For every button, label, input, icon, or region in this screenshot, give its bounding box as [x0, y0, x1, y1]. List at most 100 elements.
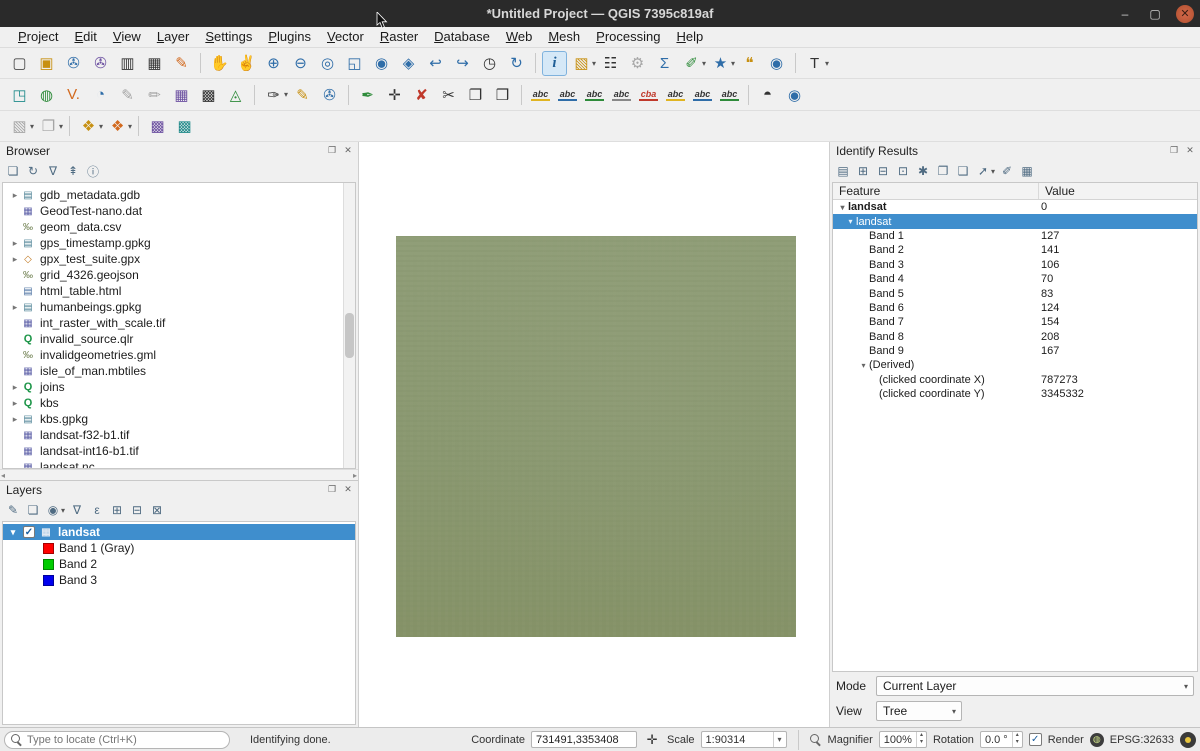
- rotate-label-icon[interactable]: abc: [693, 89, 713, 101]
- copy-style-dropdown-icon[interactable]: ▾: [59, 122, 63, 131]
- branch-open-icon[interactable]: ▾: [858, 361, 869, 370]
- identify-row-derived[interactable]: ▾(Derived): [833, 358, 1197, 372]
- layout-manager-icon[interactable]: ▦: [142, 51, 167, 76]
- select-features-dropdown-icon[interactable]: ▾: [592, 59, 596, 68]
- open-form-icon[interactable]: ▤: [834, 162, 852, 180]
- identify-close-icon[interactable]: ✕: [1184, 144, 1196, 156]
- open-attribute-table-icon[interactable]: ☷: [598, 51, 623, 76]
- new-geopackage-layer-icon[interactable]: ◍: [34, 82, 59, 107]
- expand-tree-icon[interactable]: ⊞: [854, 162, 872, 180]
- browser-item-gml[interactable]: ‰invalidgeometries.gml: [3, 347, 343, 363]
- filter-by-expression-icon[interactable]: ε: [88, 501, 106, 519]
- save-edits-icon[interactable]: ✇: [317, 82, 342, 107]
- browser-item-gpx[interactable]: ▸◇gpx_test_suite.gpx: [3, 251, 343, 267]
- branch-open-icon[interactable]: ▾: [845, 217, 856, 226]
- identify-features-icon[interactable]: i: [542, 51, 567, 76]
- select-features-icon[interactable]: ▧: [569, 51, 594, 76]
- magnifier-spinbox[interactable]: 100% ▴▾: [879, 731, 927, 748]
- bookmarks-icon[interactable]: ★: [708, 51, 733, 76]
- zoom-last-icon[interactable]: ↩: [423, 51, 448, 76]
- refresh-map-icon[interactable]: ↻: [504, 51, 529, 76]
- change-label-icon[interactable]: abc: [720, 89, 740, 101]
- browser-item-gpkg1[interactable]: ▸▤gps_timestamp.gpkg: [3, 235, 343, 251]
- browser-horizontal-scrollbar[interactable]: ◂ ▸: [0, 469, 358, 480]
- select-by-form-dropdown-icon[interactable]: ▾: [30, 122, 34, 131]
- feature-column-header[interactable]: Feature: [833, 183, 1039, 199]
- text-annotation-icon[interactable]: T: [802, 51, 827, 76]
- browser-item-gdb[interactable]: ▸▤gdb_metadata.gdb: [3, 187, 343, 203]
- new-print-layout-icon[interactable]: ▥: [115, 51, 140, 76]
- new-memory-layer-icon[interactable]: ✏: [142, 82, 167, 107]
- browser-vertical-scrollbar[interactable]: [343, 183, 355, 468]
- delete-selected-icon[interactable]: ✘: [409, 82, 434, 107]
- data-source-manager-icon[interactable]: ◳: [7, 82, 32, 107]
- menu-settings[interactable]: Settings: [197, 27, 260, 47]
- browser-item-geojson[interactable]: ‰grid_4326.geojson: [3, 267, 343, 283]
- menu-processing[interactable]: Processing: [588, 27, 668, 47]
- identify-row-clicked-x[interactable]: (clicked coordinate X)787273: [833, 373, 1197, 387]
- scale-select[interactable]: 1:90314 ▾: [701, 731, 787, 748]
- locate-search-input[interactable]: [27, 734, 223, 746]
- style-manager-icon[interactable]: ✎: [169, 51, 194, 76]
- identify-mode-tool-icon[interactable]: ➚: [974, 162, 992, 180]
- temporal-controller-icon[interactable]: ◷: [477, 51, 502, 76]
- browser-item-mbtiles[interactable]: ▦isle_of_man.mbtiles: [3, 363, 343, 379]
- manage-plugins-icon[interactable]: ◉: [782, 82, 807, 107]
- raster-calculator-icon[interactable]: ▩: [196, 82, 221, 107]
- layer-diagram-icon[interactable]: abc: [558, 89, 578, 101]
- branch-open-icon[interactable]: ▾: [837, 203, 848, 212]
- browser-item-gpkg2[interactable]: ▸▤humanbeings.gpkg: [3, 299, 343, 315]
- identify-row-layer[interactable]: ▾landsat 0: [833, 200, 1197, 214]
- branch-closed-icon[interactable]: ▸: [9, 238, 21, 249]
- coordinate-input[interactable]: [531, 731, 637, 748]
- identify-view-select[interactable]: Tree ▾: [876, 701, 962, 721]
- add-selected-layers-icon[interactable]: ❏: [4, 162, 22, 180]
- browser-item-tif2[interactable]: ▦landsat-f32-b1.tif: [3, 427, 343, 443]
- statistical-summary-icon[interactable]: Σ: [652, 51, 677, 76]
- scrollbar-thumb[interactable]: [345, 313, 354, 358]
- layer-labeling-icon[interactable]: abc: [531, 89, 551, 101]
- identify-settings-icon[interactable]: ✐: [998, 162, 1016, 180]
- menu-project[interactable]: Project: [10, 27, 66, 47]
- clear-results-icon[interactable]: ✱: [914, 162, 932, 180]
- menu-view[interactable]: View: [105, 27, 149, 47]
- browser-item-joins[interactable]: ▸Qjoins: [3, 379, 343, 395]
- menu-layer[interactable]: Layer: [149, 27, 198, 47]
- copy-features-icon[interactable]: ❐: [463, 82, 488, 107]
- measure-dropdown-icon[interactable]: ▾: [702, 59, 706, 68]
- zoom-full-icon[interactable]: ◱: [342, 51, 367, 76]
- expand-new-results-icon[interactable]: ⊡: [894, 162, 912, 180]
- identify-mode-select[interactable]: Current Layer ▾: [876, 676, 1194, 696]
- filter-legend-icon[interactable]: ∇: [68, 501, 86, 519]
- browser-item-dat[interactable]: ▦GeodTest-nano.dat: [3, 203, 343, 219]
- identify-row-band3[interactable]: Band 3106: [833, 258, 1197, 272]
- rotation-spinbox[interactable]: 0.0 ° ▴▾: [980, 731, 1023, 748]
- layers-close-icon[interactable]: ✕: [342, 483, 354, 495]
- crs-status[interactable]: EPSG:32633: [1110, 734, 1174, 746]
- branch-closed-icon[interactable]: ▸: [9, 254, 21, 265]
- move-label-icon[interactable]: abc: [666, 89, 686, 101]
- python-console-icon[interactable]: ◓: [755, 82, 780, 107]
- new-temporary-scratch-layer-icon[interactable]: ✎: [115, 82, 140, 107]
- browser-item-tif3[interactable]: ▦landsat-int16-b1.tif: [3, 443, 343, 459]
- browser-item-html[interactable]: ▤html_table.html: [3, 283, 343, 299]
- browser-item-kbs[interactable]: ▸Qkbs: [3, 395, 343, 411]
- layers-float-icon[interactable]: ❐: [326, 483, 338, 495]
- chevron-down-icon[interactable]: ▾: [1179, 682, 1193, 691]
- messages-icon[interactable]: [1180, 732, 1196, 748]
- add-feature-icon[interactable]: ✒: [355, 82, 380, 107]
- menu-plugins[interactable]: Plugins: [260, 27, 319, 47]
- toggle-editing-icon[interactable]: ✎: [290, 82, 315, 107]
- identify-mode-dropdown-icon[interactable]: ▾: [991, 167, 995, 176]
- cut-features-icon[interactable]: ✂: [436, 82, 461, 107]
- current-edits-dropdown-icon[interactable]: ▾: [284, 90, 288, 99]
- new-mesh-layer-icon[interactable]: ◬: [223, 82, 248, 107]
- browser-float-icon[interactable]: ❐: [326, 144, 338, 156]
- zoom-to-layer-icon[interactable]: ◈: [396, 51, 421, 76]
- identify-float-icon[interactable]: ❐: [1168, 144, 1180, 156]
- options-gear-icon[interactable]: ⚙: [625, 51, 650, 76]
- identify-help-icon[interactable]: ▦: [1018, 162, 1036, 180]
- layer-checkbox[interactable]: ✓: [23, 526, 35, 538]
- identify-row-feature[interactable]: ▾landsat: [833, 214, 1197, 228]
- new-virtual-layer-icon[interactable]: ▦: [169, 82, 194, 107]
